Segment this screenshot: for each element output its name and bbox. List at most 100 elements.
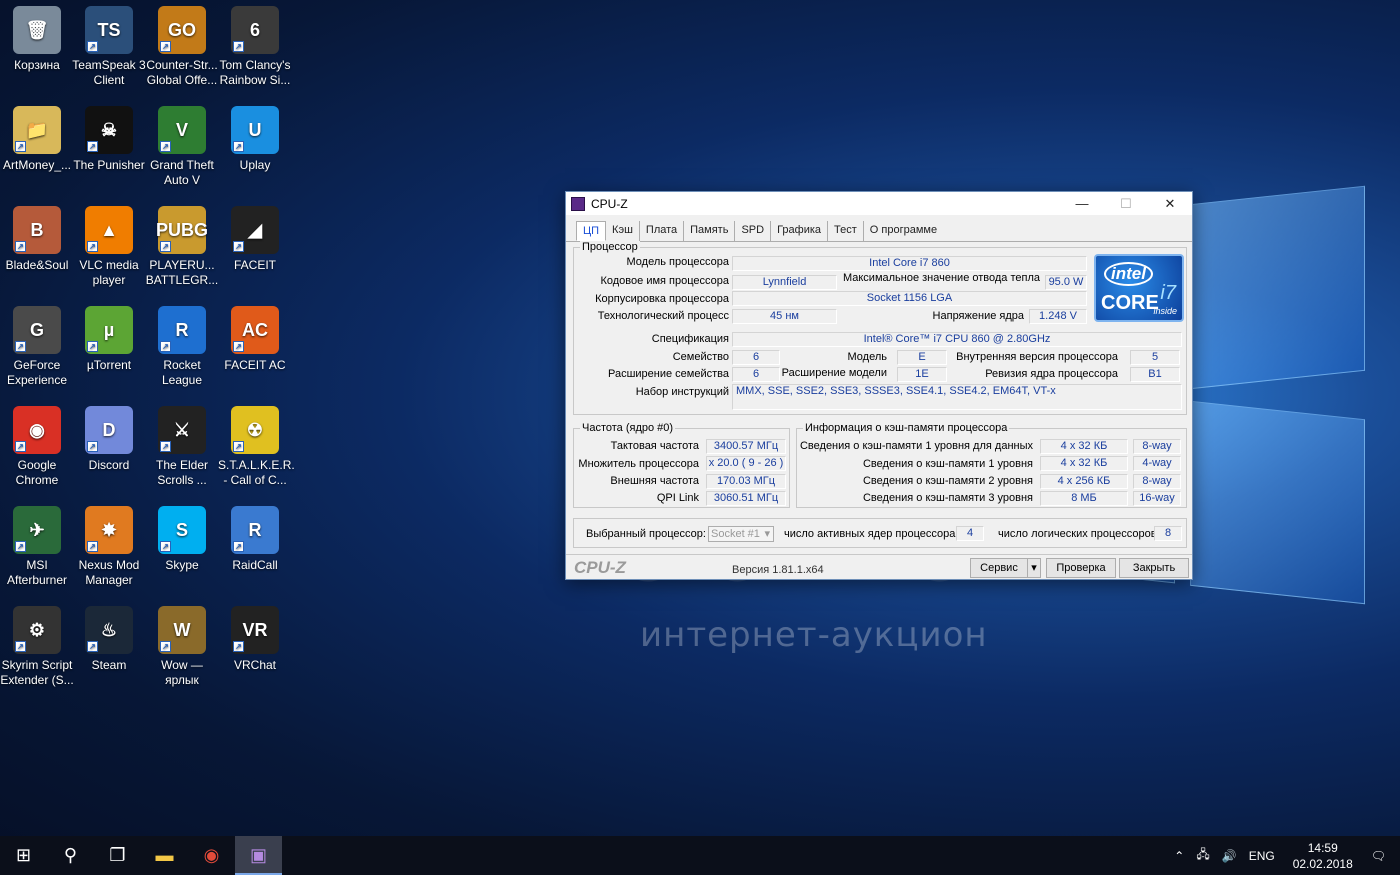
- desktop-icon[interactable]: R ↗ RaidCall: [218, 500, 292, 573]
- cpuz-titlebar[interactable]: CPU-Z — ☐ ✕: [566, 192, 1192, 215]
- volume-icon[interactable]: 🔊: [1222, 849, 1237, 863]
- desktop-icon[interactable]: TS ↗ TeamSpeak 3 Client: [72, 0, 146, 88]
- task-view-button[interactable]: ❐: [94, 836, 141, 875]
- tab-mainboard[interactable]: Плата: [640, 221, 685, 241]
- tab-spd[interactable]: SPD: [735, 221, 772, 241]
- notifications-icon[interactable]: 🗨: [1371, 849, 1386, 863]
- desktop-icon[interactable]: 🗑 Корзина: [0, 0, 74, 73]
- app-icon: D ↗: [85, 406, 133, 454]
- app-icon: ⚔ ↗: [158, 406, 206, 454]
- desktop-icon[interactable]: µ ↗ µTorrent: [72, 300, 146, 373]
- cache-l1i-label: Сведения о кэш-памяти 1 уровня: [862, 458, 1033, 470]
- tab-about[interactable]: О программе: [864, 221, 943, 241]
- specification-value: Intel® Core™ i7 CPU 860 @ 2.80GHz: [732, 332, 1182, 347]
- desktop-icon[interactable]: ✸ ↗ Nexus Mod Manager: [72, 500, 146, 588]
- close-window-button[interactable]: ✕: [1148, 192, 1192, 215]
- app-icon: ☠ ↗: [85, 106, 133, 154]
- app-icon: µ ↗: [85, 306, 133, 354]
- desktop-icon[interactable]: V ↗ Grand Theft Auto V: [145, 100, 219, 188]
- desktop-icon-label: MSI Afterburner: [6, 558, 68, 587]
- cpuz-icon: ▣: [249, 845, 267, 865]
- app-icon: U ↗: [231, 106, 279, 154]
- desktop-icon[interactable]: U ↗ Uplay: [218, 100, 292, 173]
- core-speed-label: Тактовая частота: [610, 440, 699, 452]
- intel-core-i7-logo: intel i7 CORE inside: [1094, 254, 1184, 322]
- shortcut-arrow-icon: ↗: [87, 241, 98, 252]
- validate-button[interactable]: Проверка: [1046, 558, 1116, 578]
- desktop-icon[interactable]: ⚔ ↗ The Elder Scrolls ...: [145, 400, 219, 488]
- taskbar-file-explorer[interactable]: ▬: [141, 836, 188, 875]
- cache-group: Информация о кэш-памяти процессора Сведе…: [796, 422, 1187, 508]
- tab-cpu[interactable]: ЦП: [576, 221, 607, 241]
- shortcut-arrow-icon: ↗: [87, 141, 98, 152]
- cpuz-footer: CPU-Z Версия 1.81.1.x64 Сервис ▾ Проверк…: [566, 554, 1192, 580]
- tab-memory[interactable]: Память: [684, 221, 736, 241]
- maximize-button[interactable]: ☐: [1104, 192, 1148, 215]
- window-title: CPU-Z: [591, 196, 628, 211]
- desktop-icon[interactable]: ✈ ↗ MSI Afterburner: [0, 500, 74, 588]
- desktop-icon[interactable]: D ↗ Discord: [72, 400, 146, 473]
- desktop-icon[interactable]: ☠ ↗ The Punisher: [72, 100, 146, 173]
- start-button[interactable]: ⊞: [0, 836, 47, 875]
- desktop-icon[interactable]: G ↗ GeForce Experience: [0, 300, 74, 388]
- service-button[interactable]: Сервис: [970, 558, 1028, 578]
- desktop-icon[interactable]: R ↗ Rocket League: [145, 300, 219, 388]
- codename-label: Кодовое имя процессора: [600, 275, 729, 287]
- desktop-icon-label: Skype: [165, 558, 199, 572]
- shortcut-arrow-icon: ↗: [87, 541, 98, 552]
- desktop-icon-label: Grand Theft Auto V: [150, 158, 214, 187]
- close-button[interactable]: Закрыть: [1119, 558, 1189, 578]
- app-icon: AC ↗: [231, 306, 279, 354]
- clock[interactable]: 14:59 02.02.2018: [1293, 840, 1353, 872]
- desktop-icon-label: Counter-Str... Global Offe...: [146, 58, 218, 87]
- cpuz-app-icon: [571, 196, 585, 211]
- tab-graphics[interactable]: Графика: [771, 221, 829, 241]
- cache-l1d-label: Сведения о кэш-памяти 1 уровня для данны…: [799, 440, 1033, 452]
- bus-speed-label: Внешняя частота: [610, 475, 699, 487]
- desktop-icon[interactable]: 📁 ↗ ArtMoney_...: [0, 100, 74, 173]
- shortcut-arrow-icon: ↗: [233, 641, 244, 652]
- minimize-button[interactable]: —: [1060, 192, 1104, 215]
- tab-cache[interactable]: Кэш: [606, 221, 640, 241]
- desktop-icon[interactable]: ▲ ↗ VLC media player: [72, 200, 146, 288]
- tab-bench[interactable]: Тест: [828, 221, 864, 241]
- desktop-icon[interactable]: VR ↗ VRChat: [218, 600, 292, 673]
- desktop-icon[interactable]: ◢ ↗ FACEIT: [218, 200, 292, 273]
- desktop-icon[interactable]: ◉ ↗ Google Chrome: [0, 400, 74, 488]
- desktop-icon[interactable]: B ↗ Blade&Soul: [0, 200, 74, 273]
- search-button[interactable]: ⚲: [47, 836, 94, 875]
- desktop-icon[interactable]: 6 ↗ Tom Clancy's Rainbow Si...: [218, 0, 292, 88]
- shortcut-arrow-icon: ↗: [87, 41, 98, 52]
- desktop-icon[interactable]: ⚙ ↗ Skyrim Script Extender (S...: [0, 600, 74, 688]
- cpuz-footer-logo: CPU-Z: [574, 558, 626, 577]
- desktop-icon[interactable]: PUBG ↗ PLAYERU... BATTLEGR...: [145, 200, 219, 288]
- version-text: Версия 1.81.1.x64: [732, 564, 824, 576]
- shortcut-arrow-icon: ↗: [233, 241, 244, 252]
- taskbar-chrome[interactable]: ◉: [188, 836, 235, 875]
- app-icon: 📁 ↗: [13, 106, 61, 154]
- desktop-icon[interactable]: ☢ ↗ S.T.A.L.K.E.R. - Call of C...: [218, 400, 295, 488]
- chevron-up-icon[interactable]: ⌃: [1174, 849, 1184, 863]
- task-view-icon: ❐: [109, 845, 126, 865]
- language-indicator[interactable]: ENG: [1249, 849, 1275, 863]
- desktop-icon[interactable]: ♨ ↗ Steam: [72, 600, 146, 673]
- shortcut-arrow-icon: ↗: [160, 241, 171, 252]
- technology-value: 45 нм: [732, 309, 837, 324]
- desktop-icon-label: Tom Clancy's Rainbow Si...: [219, 58, 291, 87]
- taskbar-cpuz[interactable]: ▣: [235, 836, 282, 875]
- desktop-icon[interactable]: W ↗ Wow — ярлык: [145, 600, 219, 688]
- model-number-label: Модель: [847, 351, 887, 363]
- app-icon: TS ↗: [85, 6, 133, 54]
- active-cores-label: число активных ядер процессора: [784, 528, 956, 540]
- voltage-label: Напряжение ядра: [932, 310, 1024, 322]
- revision-label: Ревизия ядра процессора: [985, 368, 1118, 380]
- processor-select[interactable]: Socket #1 ▾: [708, 526, 774, 542]
- desktop-icon[interactable]: AC ↗ FACEIT AC: [218, 300, 292, 373]
- cache-l1d-size: 4 x 32 КБ: [1040, 439, 1128, 454]
- desktop-icon[interactable]: GO ↗ Counter-Str... Global Offe...: [145, 0, 219, 88]
- desktop-icon-label: Skyrim Script Extender (S...: [0, 658, 74, 687]
- service-dropdown-button[interactable]: ▾: [1027, 558, 1041, 578]
- desktop-icon[interactable]: S ↗ Skype: [145, 500, 219, 573]
- network-icon[interactable]: 🖧: [1196, 845, 1209, 866]
- app-icon: VR ↗: [231, 606, 279, 654]
